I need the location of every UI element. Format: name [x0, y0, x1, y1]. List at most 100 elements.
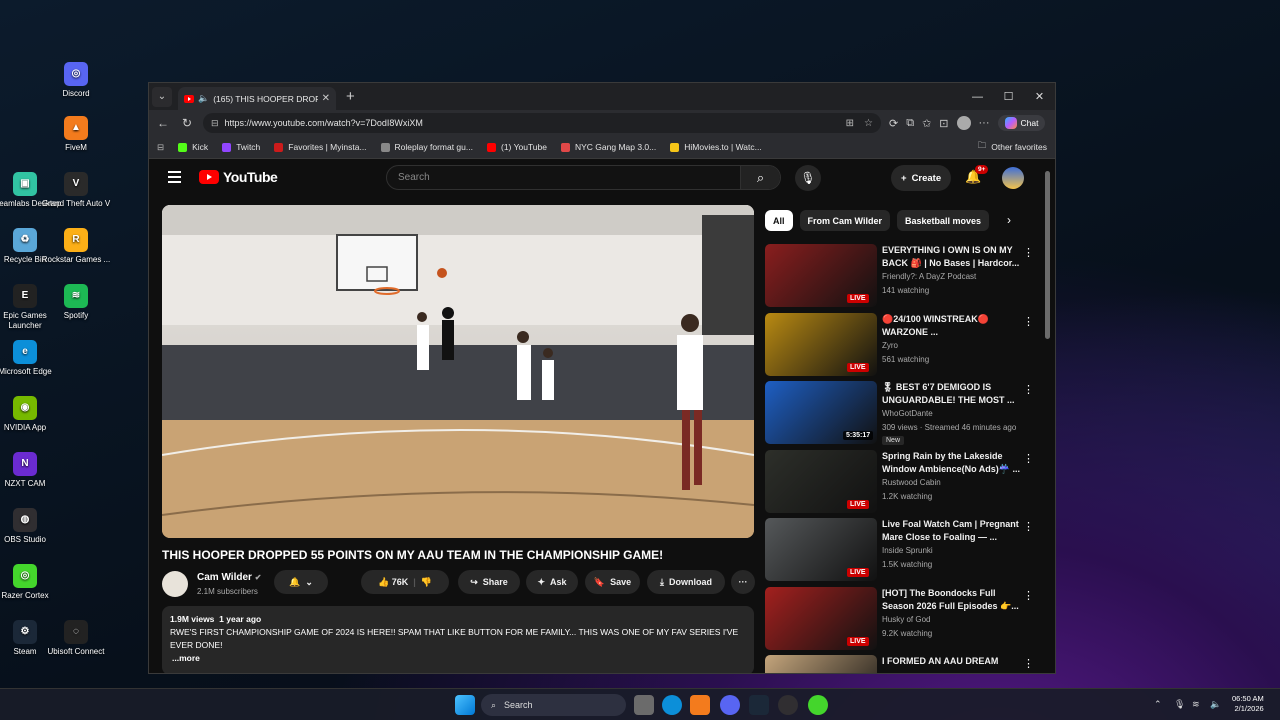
chip-all[interactable]: All [765, 210, 793, 231]
favorite-1[interactable]: Twitch [222, 142, 260, 152]
obs-taskbar-icon[interactable] [778, 695, 798, 715]
save-button[interactable]: 🔖 Save [585, 570, 640, 594]
chip-basketball-moves[interactable]: Basketball moves [896, 210, 989, 231]
favorite-4[interactable]: (1) YouTube [486, 142, 547, 152]
clock[interactable]: 06:50 AM 2/1/2026 [1232, 694, 1264, 714]
split-icon[interactable]: ⧉ [906, 117, 914, 130]
close-window-button[interactable]: ✕ [1024, 83, 1055, 110]
user-avatar[interactable] [1002, 167, 1024, 189]
show-more-link[interactable]: ...more [172, 652, 746, 665]
desktop-icon-spotify[interactable]: ≋ Spotify [38, 284, 114, 321]
new-tab-button[interactable]: + [346, 88, 355, 105]
recommendation-item[interactable]: LIVE Live Foal Watch Cam | Pregnant Mare … [765, 518, 1035, 582]
mic-icon[interactable]: 🎙 [795, 165, 821, 191]
download-button[interactable]: ⤓ Download [647, 570, 725, 594]
channel-name[interactable]: Cam Wilder ✔ [197, 572, 261, 583]
more-options-icon[interactable]: ⋮ [1023, 246, 1034, 259]
more-options-icon[interactable]: ⋮ [1023, 383, 1034, 396]
site-info-icon[interactable]: ⊟ [211, 118, 219, 129]
recommendation-item[interactable]: LIVE 🔴24/100 WINSTREAK🔴 WARZONE ... Zyro 56… [765, 312, 1035, 377]
mic-tray-icon[interactable]: 🎙 [1174, 699, 1185, 710]
favorites-toggle-icon[interactable]: ⊟ [157, 142, 164, 153]
share-button[interactable]: ↪ Share [458, 570, 520, 594]
favorite-5[interactable]: NYC Gang Map 3.0... [560, 142, 656, 152]
more-options-icon[interactable]: ⋮ [1023, 315, 1034, 328]
favorite-3[interactable]: Roleplay format gu... [380, 142, 473, 152]
chip-from-cam-wilder[interactable]: From Cam Wilder [799, 210, 890, 231]
desktop-icon-fivem[interactable]: ▲ FiveM [38, 116, 114, 153]
recommendation-channel: Zyro [882, 340, 898, 350]
start-button[interactable] [455, 695, 475, 715]
desktop-icon-nzxt-cam[interactable]: N NZXT CAM [0, 452, 63, 489]
more-menu-icon[interactable]: ··· [979, 117, 990, 129]
channel-avatar[interactable] [162, 571, 188, 597]
tab-youtube[interactable]: 🔈 (165) THIS HOOPER DROPPED ✕ [178, 87, 336, 110]
recommendation-item[interactable]: LIVE [HOT] The Boondocks Full Season 2026… [765, 586, 1035, 651]
tab-actions-button[interactable]: ⌄ [152, 86, 172, 107]
task-view-icon[interactable] [634, 695, 654, 715]
steam-taskbar-icon[interactable] [749, 695, 769, 715]
desktop-icon-microsoft-edge[interactable]: e Microsoft Edge [0, 340, 63, 377]
maximize-button[interactable]: ☐ [993, 83, 1024, 110]
desktop-icon-obs-studio[interactable]: ◍ OBS Studio [0, 508, 63, 545]
extensions-icon[interactable]: ⟳ [889, 117, 898, 130]
create-button[interactable]: + Create [891, 165, 952, 191]
other-favorites[interactable]: 🗀 Other favorites [978, 140, 1047, 154]
more-options-icon[interactable]: ⋮ [1023, 657, 1034, 670]
notifications-bell-icon[interactable]: 🔔 9+ [965, 165, 989, 185]
search-icon[interactable]: ⌕ [740, 166, 780, 189]
chevron-right-icon[interactable]: › [1007, 213, 1011, 227]
like-button[interactable]: 👍 76K [378, 577, 408, 588]
recommendation-item[interactable]: 5:35:17 🎖 BEST 6'7 DEMIGOD IS UNGUARDABLE… [765, 381, 1035, 445]
edge-taskbar-icon[interactable] [662, 695, 682, 715]
more-options-icon[interactable]: ⋮ [1023, 452, 1034, 465]
recommendation-item[interactable]: LIVE Spring Rain by the Lakeside Window A… [765, 449, 1035, 514]
desktop-icon-nvidia-app[interactable]: ◉ NVIDIA App [0, 396, 63, 433]
volume-icon[interactable]: 🔈 [1210, 699, 1221, 710]
description-box[interactable]: 1.9M views 1 year ago RWE'S FIRST CHAMPI… [162, 606, 754, 673]
desktop-icon-rockstar-games-[interactable]: R Rockstar Games ... [38, 228, 114, 265]
video-thumbnail[interactable] [765, 655, 877, 673]
menu-icon[interactable] [168, 171, 181, 183]
address-bar[interactable]: ⊟ https://www.youtube.com/watch?v=7DodI8… [203, 113, 881, 133]
profile-avatar[interactable] [956, 116, 971, 130]
collections-icon[interactable]: ⊡ [939, 117, 948, 130]
tray-overflow-icon[interactable]: ⌃ [1154, 699, 1162, 710]
more-options-icon[interactable]: ⋮ [1023, 589, 1034, 602]
scrollbar[interactable] [1045, 171, 1050, 339]
subscribed-button[interactable]: 🔔 ⌄ [274, 570, 328, 594]
refresh-button[interactable]: ↻ [179, 116, 195, 130]
desktop-icon-razer-cortex[interactable]: ◎ Razer Cortex [0, 564, 63, 601]
desktop-icon-discord[interactable]: ◎ Discord [38, 62, 114, 99]
video-player[interactable] [162, 205, 754, 538]
more-options-icon[interactable]: ⋮ [1023, 520, 1034, 533]
copilot-chat-button[interactable]: Chat [997, 115, 1046, 131]
favorite-star-icon[interactable]: ☆ [864, 118, 873, 129]
dislike-button[interactable]: 👎 [421, 577, 432, 588]
youtube-logo[interactable]: YouTube [199, 169, 278, 185]
recommendation-item[interactable]: LIVE EVERYTHING I OWN IS ON MY BACK 🎒 | N… [765, 244, 1035, 308]
verified-icon: ✔ [254, 573, 262, 582]
search-box[interactable]: Search ⌕ [386, 165, 781, 190]
razer-taskbar-icon[interactable] [808, 695, 828, 715]
back-button[interactable]: ← [155, 116, 171, 130]
more-actions-button[interactable]: ··· [731, 570, 755, 594]
favorites-icon[interactable]: ✩ [922, 117, 931, 130]
desktop-icon-grand-theft-auto-v[interactable]: V Grand Theft Auto V [38, 172, 114, 209]
taskbar-search[interactable]: ⌕ Search [481, 694, 626, 716]
split-screen-icon[interactable]: ⊞ [846, 118, 854, 129]
discord-taskbar-icon[interactable] [720, 695, 740, 715]
search-input[interactable]: Search [387, 172, 740, 183]
speaker-icon[interactable]: 🔈 [198, 93, 209, 104]
fivem-taskbar-icon[interactable] [690, 695, 710, 715]
favorite-2[interactable]: Favorites | Myinsta... [274, 142, 367, 152]
wifi-icon[interactable]: ≋ [1192, 699, 1200, 710]
favorite-6[interactable]: HiMovies.to | Watc... [670, 142, 762, 152]
desktop-icon-ubisoft-connect[interactable]: ◌ Ubisoft Connect [38, 620, 114, 657]
recommendation-item[interactable]: I FORMED AN AAU DREAM ⋮ [765, 655, 1035, 673]
minimize-button[interactable]: — [962, 83, 993, 110]
close-tab-icon[interactable]: ✕ [322, 93, 330, 104]
favorite-0[interactable]: Kick [178, 142, 208, 152]
ask-button[interactable]: ✦ Ask [526, 570, 578, 594]
youtube-favicon-icon [184, 94, 194, 103]
